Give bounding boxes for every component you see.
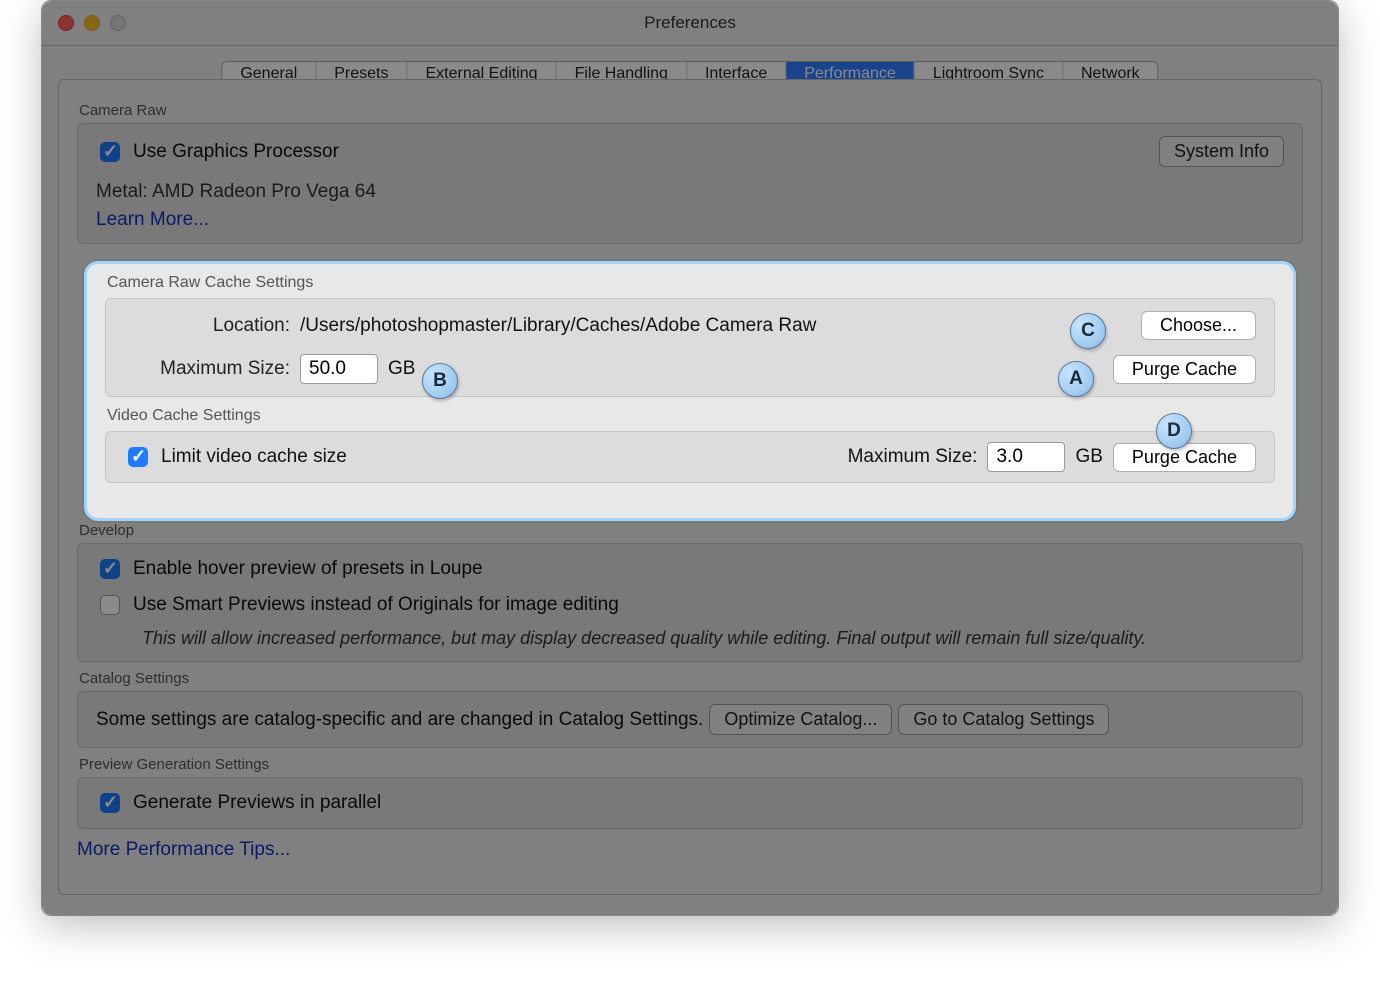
- system-info-button[interactable]: System Info: [1159, 136, 1284, 167]
- more-performance-tips-link[interactable]: More Performance Tips...: [77, 839, 290, 860]
- cache-group: Location: /Users/photoshopmaster/Library…: [105, 298, 1275, 397]
- smart-previews-label: Use Smart Previews instead of Originals …: [133, 594, 619, 616]
- hover-preview-label: Enable hover preview of presets in Loupe: [133, 558, 483, 580]
- camera-raw-group: Use Graphics Processor System Info Metal…: [77, 123, 1303, 244]
- goto-catalog-settings-button[interactable]: Go to Catalog Settings: [898, 704, 1109, 735]
- cache-max-size-label: Maximum Size:: [124, 358, 290, 380]
- close-icon[interactable]: [58, 15, 74, 31]
- generate-parallel-label: Generate Previews in parallel: [133, 792, 381, 814]
- develop-group: Enable hover preview of presets in Loupe…: [77, 543, 1303, 662]
- learn-more-link[interactable]: Learn More...: [96, 209, 1284, 231]
- gpu-info: Metal: AMD Radeon Pro Vega 64: [96, 181, 1284, 203]
- titlebar: Preferences: [42, 1, 1338, 46]
- cache-max-size-input[interactable]: [300, 354, 378, 384]
- cache-location-label: Location:: [124, 315, 290, 337]
- marker-c: C: [1070, 313, 1106, 349]
- use-gpu-label: Use Graphics Processor: [133, 141, 339, 163]
- limit-video-cache-label: Limit video cache size: [161, 446, 347, 468]
- smart-previews-checkbox[interactable]: [100, 595, 120, 615]
- generate-parallel-checkbox[interactable]: [100, 793, 120, 813]
- preview-gen-group: Generate Previews in parallel: [77, 777, 1303, 829]
- video-max-size-label: Maximum Size:: [848, 446, 978, 468]
- marker-a: A: [1058, 361, 1094, 397]
- cache-title: Camera Raw Cache Settings: [107, 274, 1275, 292]
- purge-video-cache-button[interactable]: Purge Cache: [1113, 443, 1256, 472]
- window-controls: [58, 15, 126, 31]
- video-unit: GB: [1075, 446, 1102, 468]
- choose-location-button[interactable]: Choose...: [1141, 311, 1256, 340]
- hover-preview-checkbox[interactable]: [100, 559, 120, 579]
- window-title: Preferences: [42, 1, 1338, 45]
- preferences-window: Preferences General Presets External Edi…: [41, 0, 1339, 916]
- marker-d: D: [1156, 413, 1192, 449]
- optimize-catalog-button[interactable]: Optimize Catalog...: [709, 704, 892, 735]
- camera-raw-title: Camera Raw: [79, 102, 1303, 119]
- catalog-title: Catalog Settings: [79, 670, 1303, 687]
- catalog-text: Some settings are catalog-specific and a…: [96, 709, 703, 731]
- smart-previews-note: This will allow increased performance, b…: [142, 628, 1284, 649]
- cache-location-value: /Users/photoshopmaster/Library/Caches/Ad…: [300, 315, 816, 337]
- highlight-region: Camera Raw Cache Settings Location: /Use…: [84, 261, 1296, 521]
- marker-b: B: [422, 363, 458, 399]
- limit-video-cache-checkbox[interactable]: [128, 447, 148, 467]
- cache-unit: GB: [388, 358, 415, 380]
- develop-title: Develop: [79, 522, 1303, 539]
- purge-cache-button[interactable]: Purge Cache: [1113, 355, 1256, 384]
- use-gpu-checkbox[interactable]: [100, 142, 120, 162]
- minimize-icon[interactable]: [84, 15, 100, 31]
- preview-gen-title: Preview Generation Settings: [79, 756, 1303, 773]
- video-max-size-input[interactable]: [987, 442, 1065, 472]
- catalog-group: Some settings are catalog-specific and a…: [77, 691, 1303, 748]
- video-cache-group: Limit video cache size Maximum Size: GB …: [105, 431, 1275, 483]
- video-cache-title: Video Cache Settings: [107, 407, 1275, 425]
- zoom-icon[interactable]: [110, 15, 126, 31]
